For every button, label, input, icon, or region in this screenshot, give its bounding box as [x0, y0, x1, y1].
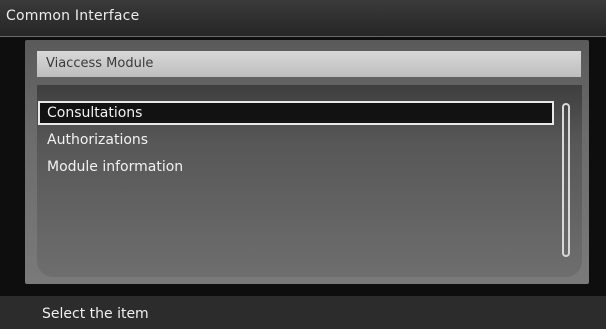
menu-list: Consultations Authorizations Module info…: [38, 101, 554, 182]
menu-item-module-information[interactable]: Module information: [38, 155, 554, 179]
scrollbar[interactable]: [562, 103, 570, 257]
menu-item-label: Consultations: [47, 105, 143, 121]
module-title: Viaccess Module: [46, 56, 154, 71]
tv-screen: Common Interface Viaccess Module Consult…: [0, 0, 606, 329]
module-panel: Viaccess Module Consultations Authorizat…: [25, 40, 589, 284]
menu-item-authorizations[interactable]: Authorizations: [38, 128, 554, 152]
menu-item-label: Module information: [47, 159, 184, 175]
footer-hint: Select the item: [42, 306, 149, 322]
module-header: Viaccess Module: [37, 51, 581, 77]
footer-bar: Select the item: [0, 296, 606, 329]
menu-list-area: Consultations Authorizations Module info…: [37, 85, 582, 277]
menu-item-label: Authorizations: [47, 132, 149, 148]
window-title: Common Interface: [6, 8, 140, 24]
menu-item-consultations[interactable]: Consultations: [38, 101, 554, 125]
title-bar: Common Interface: [0, 0, 606, 37]
